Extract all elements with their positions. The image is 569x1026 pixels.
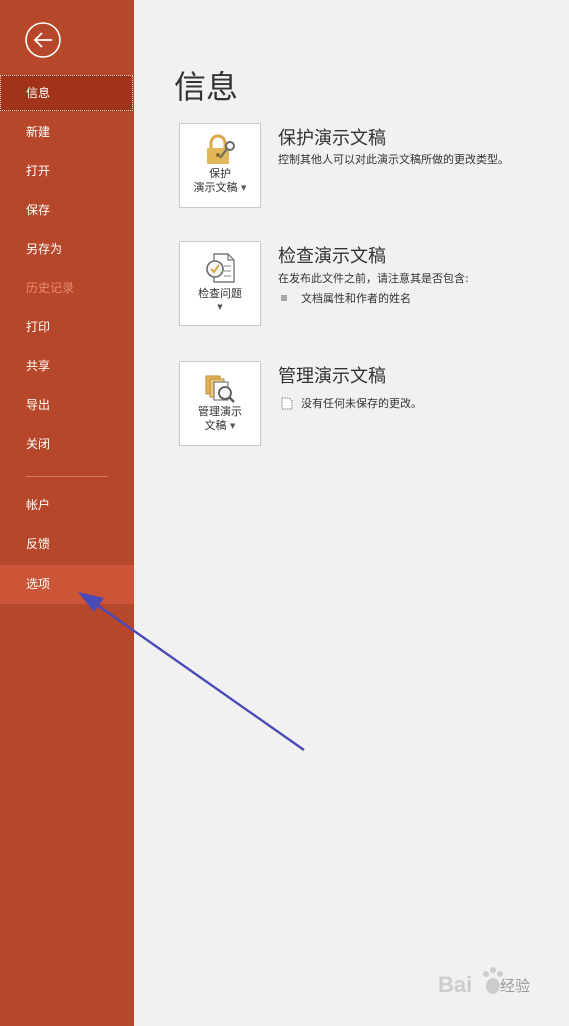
inspect-description: 在发布此文件之前，请注意其是否包含: — [278, 272, 469, 285]
nav-item-save[interactable]: 保存 — [0, 192, 134, 228]
watermark-text: 经验 — [500, 977, 531, 995]
protect-description: 控制其他人可以对此演示文稿所做的更改类型。 — [278, 153, 509, 166]
inspect-bullet-item: 文档属性和作者的姓名 — [281, 290, 411, 306]
nav-item-export[interactable]: 导出 — [0, 387, 134, 423]
nav-item-account[interactable]: 帐户 — [0, 487, 134, 523]
nav-item-options[interactable]: 选项 — [0, 565, 134, 604]
nav-item-save-as[interactable]: 另存为 — [0, 231, 134, 267]
nav-item-info[interactable]: 信息 — [0, 75, 133, 111]
protect-presentation-button[interactable]: 保护 演示文稿 ▼ — [179, 123, 261, 208]
inspect-card-caret: ▼ — [180, 300, 260, 314]
manage-card-label-1: 管理演示 — [198, 405, 242, 418]
nav-divider — [26, 476, 108, 477]
manage-note-row: 没有任何未保存的更改。 — [281, 395, 422, 411]
manage-card-label-2: 文稿 ▼ — [204, 419, 236, 432]
nav-item-print[interactable]: 打印 — [0, 309, 134, 345]
page-title: 信息 — [174, 68, 239, 106]
backstage-main: 信息 保护 演示文稿 ▼ 保护演示文稿 控制其他人可以对此演示文稿所做的更改类型… — [134, 0, 569, 1026]
inspect-title: 检查演示文稿 — [278, 246, 386, 267]
back-arrow-icon[interactable] — [24, 21, 62, 59]
nav-item-feedback[interactable]: 反馈 — [0, 526, 134, 562]
check-issues-button[interactable]: 检查问题 ▼ — [179, 241, 261, 326]
protect-title: 保护演示文稿 — [278, 128, 386, 149]
lock-key-icon — [207, 134, 235, 164]
manage-versions-icon — [205, 375, 235, 403]
bullet-square-icon — [281, 295, 287, 301]
manage-presentation-button[interactable]: 管理演示 文稿 ▼ — [179, 361, 261, 446]
inspect-document-icon — [206, 253, 235, 283]
chevron-down-icon: ▼ — [241, 184, 247, 192]
chevron-down-icon: ▼ — [230, 422, 236, 430]
backstage-sidebar: 信息 新建 打开 保存 另存为 历史记录 打印 共享 导出 关闭 帐户 反馈 选… — [0, 0, 134, 1026]
nav-item-new[interactable]: 新建 — [0, 114, 134, 150]
svg-text:Bai: Bai — [438, 972, 472, 997]
chevron-down-icon: ▼ — [217, 303, 223, 311]
document-icon — [281, 397, 293, 409]
nav-item-share[interactable]: 共享 — [0, 348, 134, 384]
inspect-card-label: 检查问题 — [198, 287, 242, 300]
manage-title: 管理演示文稿 — [278, 366, 386, 387]
nav-item-history: 历史记录 — [26, 281, 75, 295]
nav-item-open[interactable]: 打开 — [0, 153, 134, 189]
protect-card-label-2: 演示文稿 ▼ — [193, 181, 247, 194]
protect-card-label-1: 保护 — [209, 167, 231, 180]
nav-item-close[interactable]: 关闭 — [0, 426, 134, 462]
